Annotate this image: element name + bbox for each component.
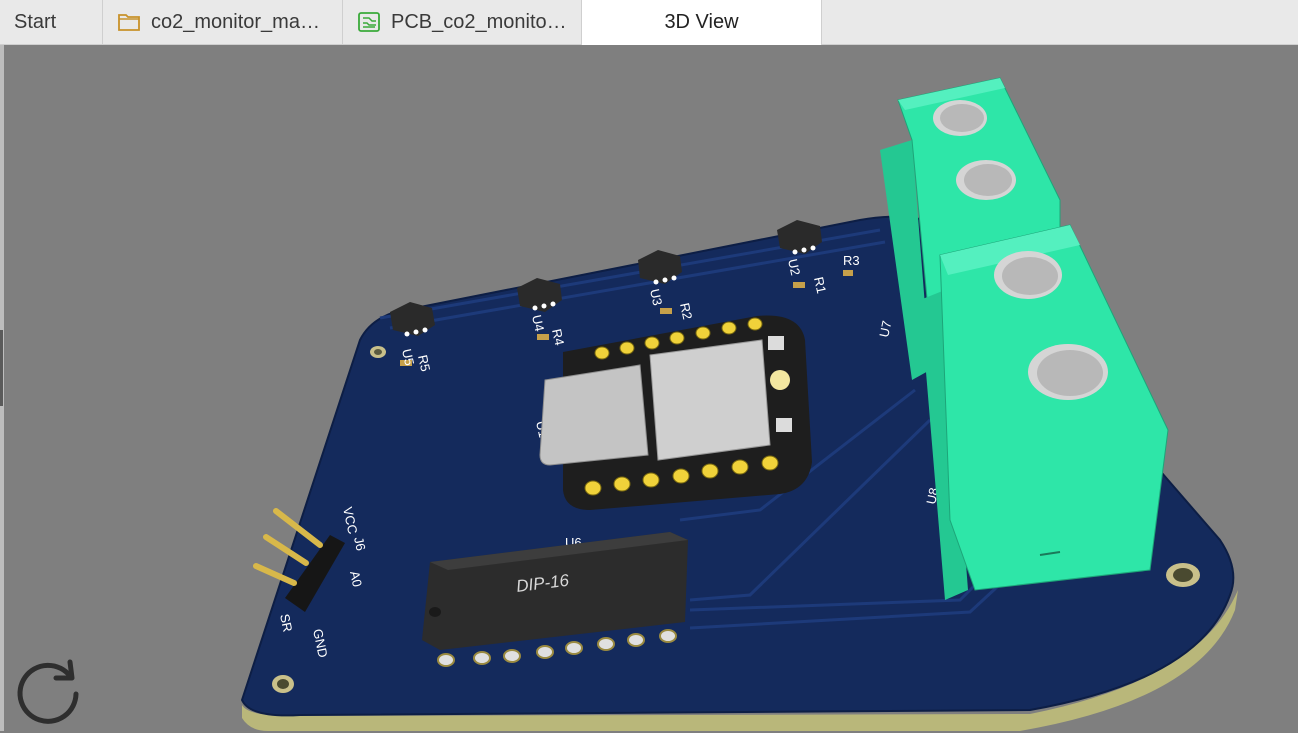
pcb-3d-scene[interactable]: U5 R5 U4 R4 U3 R2 U2 R1 R3 U1 U6 U7 U8 J…	[4, 45, 1298, 731]
pcb-icon	[357, 10, 381, 34]
resistor	[660, 308, 672, 314]
tab-pcb-label: PCB_co2_monito…	[391, 10, 567, 33]
splitter-handle[interactable]	[0, 330, 3, 406]
tab-project[interactable]: co2_monitor_ma…	[103, 0, 343, 44]
mounting-hole	[277, 679, 289, 689]
resistor	[843, 270, 853, 276]
tab-start-label: Start	[14, 10, 57, 33]
3d-viewport[interactable]: U5 R5 U4 R4 U3 R2 U2 R1 R3 U1 U6 U7 U8 J…	[4, 45, 1298, 731]
refresh-icon[interactable]	[12, 654, 86, 728]
tab-project-label: co2_monitor_ma…	[151, 10, 320, 33]
tab-3d-view-label: 3D View	[664, 11, 739, 33]
tab-bar: Start co2_monitor_ma… PCB_co2_monito… 3D…	[0, 0, 1298, 45]
tab-start[interactable]: Start	[0, 0, 103, 44]
project-folder-icon	[117, 10, 141, 34]
tab-pcb[interactable]: PCB_co2_monito…	[343, 0, 582, 44]
mounting-hole	[374, 349, 382, 355]
resistor	[537, 334, 549, 340]
mounting-hole	[1173, 568, 1193, 582]
resistor	[793, 282, 805, 288]
tab-3d-view[interactable]: 3D View	[582, 0, 822, 45]
terminal-block-u8	[920, 224, 1169, 600]
ref-r3: R3	[843, 253, 860, 268]
